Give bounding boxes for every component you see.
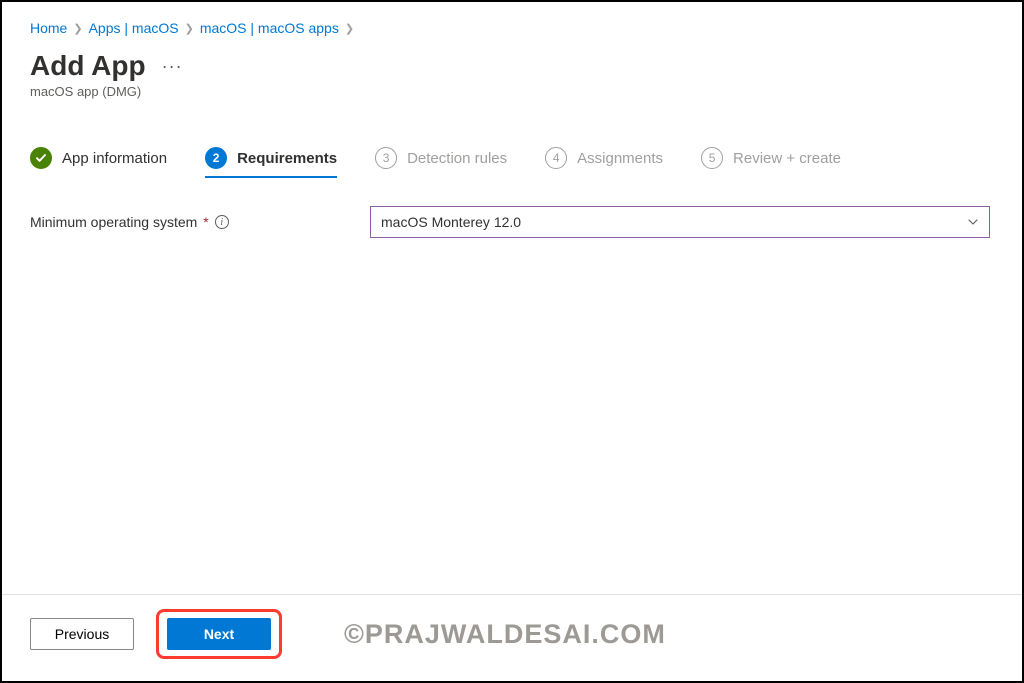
step-detection-rules[interactable]: 3 Detection rules bbox=[375, 147, 507, 177]
previous-button[interactable]: Previous bbox=[30, 618, 134, 650]
breadcrumb-macos-apps[interactable]: macOS | macOS apps bbox=[200, 20, 339, 36]
step-number-icon: 3 bbox=[375, 147, 397, 169]
chevron-right-icon: ❯ bbox=[73, 22, 82, 35]
step-app-information[interactable]: App information bbox=[30, 147, 167, 177]
checkmark-icon bbox=[30, 147, 52, 169]
step-label: App information bbox=[62, 150, 167, 167]
min-os-label: Minimum operating system bbox=[30, 214, 197, 230]
form-row-min-os: Minimum operating system * i macOS Monte… bbox=[30, 206, 994, 238]
wizard-footer: Previous Next ©PRAJWALDESAI.COM bbox=[2, 594, 1022, 681]
step-number-icon: 2 bbox=[205, 147, 227, 169]
chevron-right-icon: ❯ bbox=[345, 22, 354, 35]
page-title: Add App bbox=[30, 50, 146, 82]
chevron-right-icon: ❯ bbox=[185, 22, 194, 35]
page-subtitle: macOS app (DMG) bbox=[30, 84, 994, 99]
min-os-selected-value: macOS Monterey 12.0 bbox=[381, 214, 521, 230]
chevron-down-icon bbox=[967, 216, 979, 228]
annotation-highlight: Next bbox=[156, 609, 282, 659]
min-os-select[interactable]: macOS Monterey 12.0 bbox=[370, 206, 990, 238]
breadcrumb-apps[interactable]: Apps | macOS bbox=[89, 20, 179, 36]
active-step-underline bbox=[205, 176, 337, 178]
info-icon[interactable]: i bbox=[215, 215, 229, 229]
more-actions-button[interactable]: ··· bbox=[158, 52, 187, 81]
wizard-stepper: App information 2 Requirements 3 Detecti… bbox=[30, 147, 994, 178]
step-label: Review + create bbox=[733, 150, 841, 167]
step-label: Requirements bbox=[237, 150, 337, 167]
step-label: Detection rules bbox=[407, 150, 507, 167]
step-assignments[interactable]: 4 Assignments bbox=[545, 147, 663, 177]
step-review-create[interactable]: 5 Review + create bbox=[701, 147, 841, 177]
required-star-icon: * bbox=[203, 214, 208, 230]
step-number-icon: 4 bbox=[545, 147, 567, 169]
watermark-text: ©PRAJWALDESAI.COM bbox=[344, 619, 666, 650]
next-button[interactable]: Next bbox=[167, 618, 271, 650]
step-label: Assignments bbox=[577, 150, 663, 167]
step-number-icon: 5 bbox=[701, 147, 723, 169]
breadcrumb-home[interactable]: Home bbox=[30, 20, 67, 36]
breadcrumb: Home ❯ Apps | macOS ❯ macOS | macOS apps… bbox=[30, 20, 994, 36]
step-requirements[interactable]: 2 Requirements bbox=[205, 147, 337, 177]
